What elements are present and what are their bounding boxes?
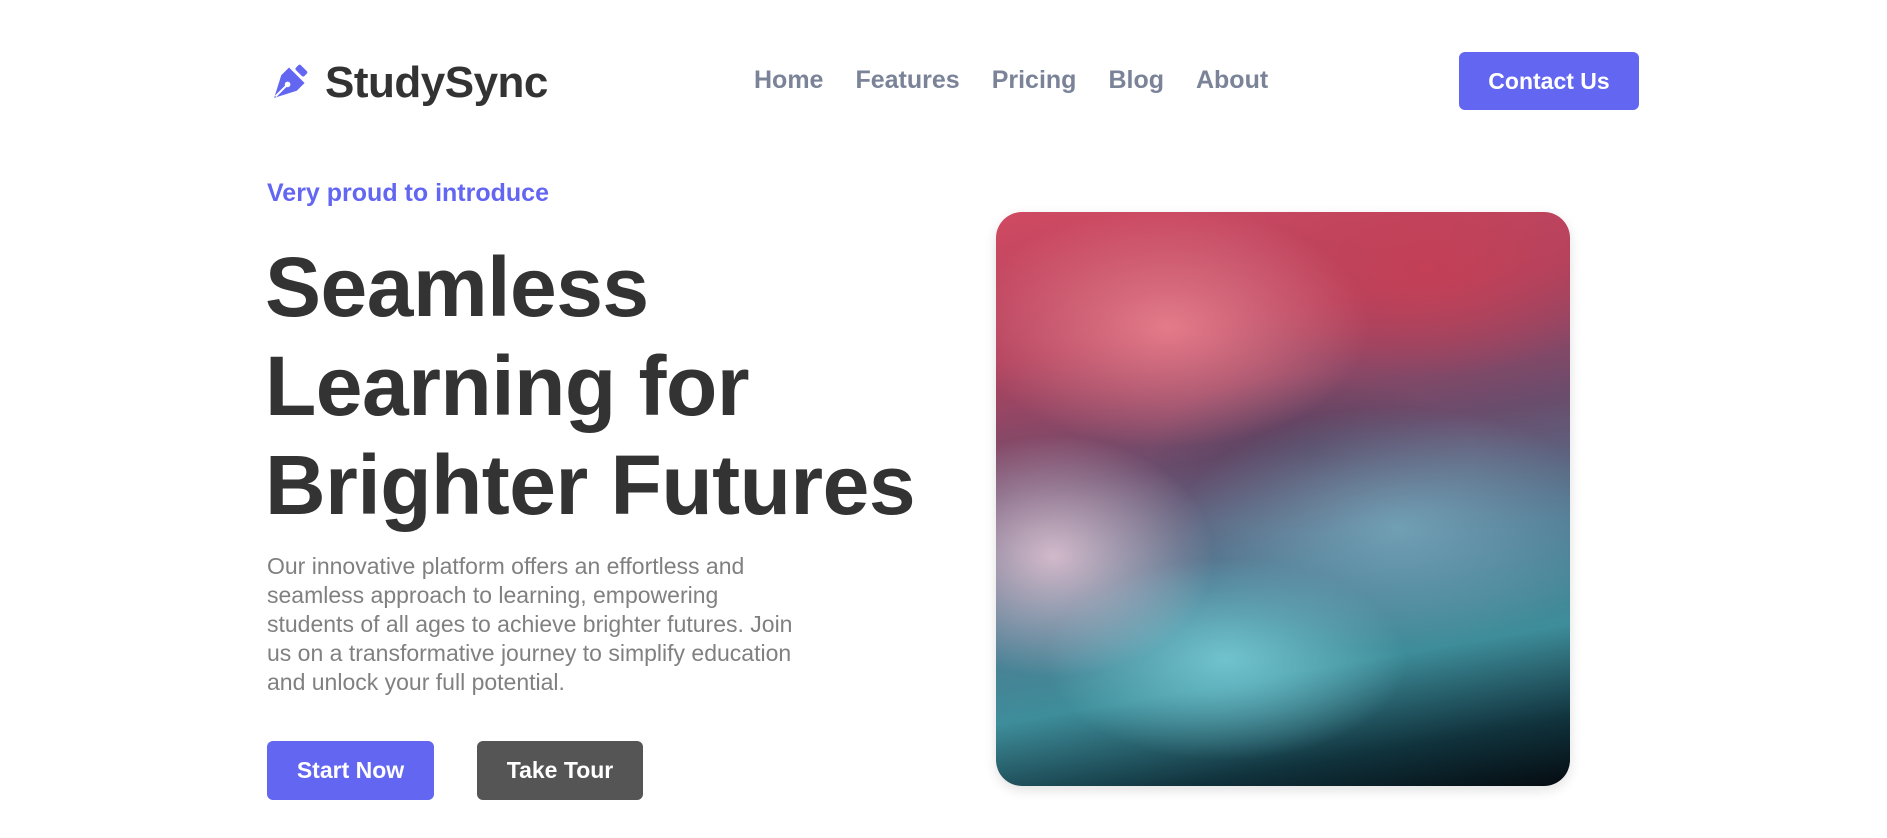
landing-page: StudySync Home Features Pricing Blog Abo… [0, 0, 1887, 838]
nav-blog[interactable]: Blog [1108, 66, 1164, 95]
pen-nib-icon [274, 64, 308, 98]
hero-eyebrow: Very proud to introduce [267, 179, 549, 207]
hero-headline: Seamless Learning for Brighter Futures [265, 240, 916, 532]
hero-description: Our innovative platform offers an effort… [267, 553, 793, 695]
nav-features[interactable]: Features [855, 66, 959, 95]
brand-logo[interactable]: StudySync [267, 58, 548, 108]
start-now-button[interactable]: Start Now [267, 741, 434, 800]
nav-home[interactable]: Home [754, 66, 823, 95]
brand-name: StudySync [325, 58, 548, 107]
take-tour-button[interactable]: Take Tour [477, 741, 643, 800]
nav-pricing[interactable]: Pricing [992, 66, 1077, 95]
main-nav: Home Features Pricing Blog About [754, 66, 1268, 95]
hero-image [996, 212, 1570, 786]
contact-us-button[interactable]: Contact Us [1459, 52, 1639, 110]
nav-about[interactable]: About [1196, 66, 1268, 95]
